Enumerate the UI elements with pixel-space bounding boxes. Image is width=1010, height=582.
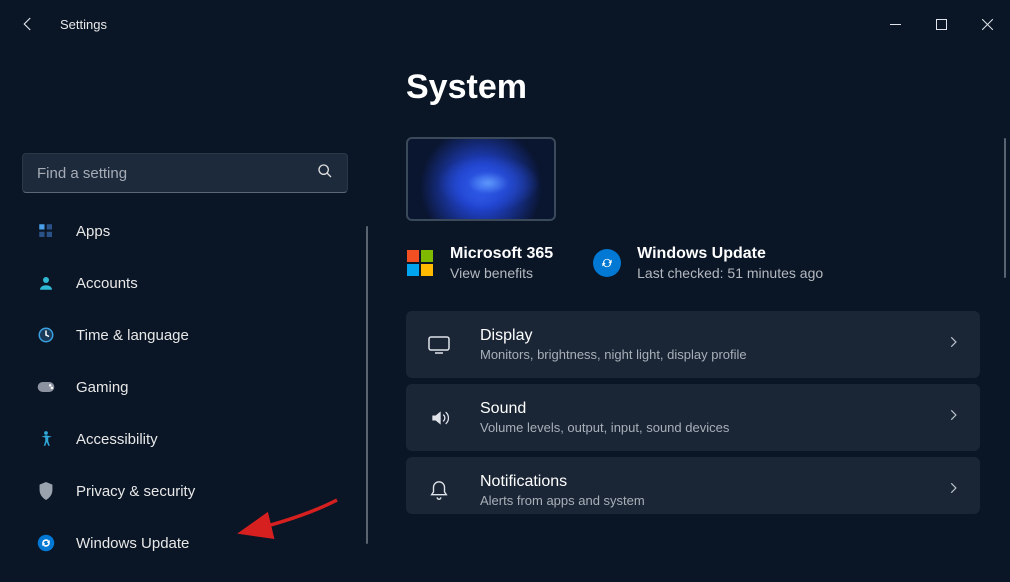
settings-cards: Display Monitors, brightness, night ligh…: [406, 311, 980, 514]
info-row: Microsoft 365 View benefits Windows Upda…: [406, 245, 980, 281]
bell-icon: [426, 478, 452, 504]
chevron-right-icon: [946, 335, 960, 354]
card-notifications[interactable]: Notifications Alerts from apps and syste…: [406, 457, 980, 514]
user-block: [22, 48, 348, 153]
update-icon: [36, 533, 56, 553]
microsoft-logo-icon: [406, 249, 434, 277]
card-display[interactable]: Display Monitors, brightness, night ligh…: [406, 311, 980, 378]
app-title: Settings: [60, 17, 107, 32]
windows-update-subtitle: Last checked: 51 minutes ago: [637, 265, 823, 281]
sidebar-item-label: Gaming: [76, 379, 129, 396]
sidebar-item-apps[interactable]: Apps: [22, 211, 348, 251]
apps-icon: [36, 221, 56, 241]
sidebar-item-label: Time & language: [76, 327, 189, 344]
card-subtitle: Alerts from apps and system: [480, 493, 918, 508]
sidebar-scrollbar[interactable]: [366, 226, 368, 544]
microsoft365-title: Microsoft 365: [450, 245, 553, 263]
display-icon: [426, 332, 452, 358]
microsoft365-block[interactable]: Microsoft 365 View benefits: [406, 245, 553, 281]
sidebar-item-label: Accessibility: [76, 431, 158, 448]
card-subtitle: Monitors, brightness, night light, displ…: [480, 347, 918, 362]
sidebar-item-privacy-security[interactable]: Privacy & security: [22, 471, 348, 511]
gaming-icon: [36, 377, 56, 397]
sidebar-item-label: Accounts: [76, 275, 138, 292]
window-controls: [872, 8, 1010, 40]
sidebar-item-label: Windows Update: [76, 535, 189, 552]
minimize-button[interactable]: [872, 8, 918, 40]
accessibility-icon: [36, 429, 56, 449]
windows-update-block[interactable]: Windows Update Last checked: 51 minutes …: [593, 245, 823, 281]
card-subtitle: Volume levels, output, input, sound devi…: [480, 420, 918, 435]
titlebar-left: Settings: [12, 8, 107, 40]
card-title: Notifications: [480, 473, 918, 491]
windows-update-icon: [593, 249, 621, 277]
card-title: Display: [480, 327, 918, 345]
wallpaper-preview[interactable]: [406, 137, 556, 221]
back-arrow-icon: [19, 15, 37, 33]
card-sound[interactable]: Sound Volume levels, output, input, soun…: [406, 384, 980, 451]
search-icon: [317, 163, 333, 184]
sidebar-item-label: Apps: [76, 223, 110, 240]
sidebar: Apps Accounts Time & language Gaming Acc…: [0, 48, 370, 582]
titlebar: Settings: [0, 0, 1010, 48]
card-title: Sound: [480, 400, 918, 418]
sidebar-item-windows-update[interactable]: Windows Update: [22, 523, 348, 563]
sidebar-item-time-language[interactable]: Time & language: [22, 315, 348, 355]
minimize-icon: [890, 19, 901, 30]
windows-update-title: Windows Update: [637, 245, 823, 263]
close-icon: [982, 19, 993, 30]
chevron-right-icon: [946, 408, 960, 427]
main-content: System Microsoft 365 View benefits Windo…: [370, 48, 1010, 582]
microsoft365-subtitle: View benefits: [450, 265, 553, 281]
search-input[interactable]: [37, 165, 317, 182]
accounts-icon: [36, 273, 56, 293]
chevron-right-icon: [946, 481, 960, 500]
clock-globe-icon: [36, 325, 56, 345]
nav-list: Apps Accounts Time & language Gaming Acc…: [22, 211, 348, 573]
page-title: System: [406, 68, 980, 107]
back-button[interactable]: [12, 8, 44, 40]
sidebar-item-accounts[interactable]: Accounts: [22, 263, 348, 303]
sidebar-item-accessibility[interactable]: Accessibility: [22, 419, 348, 459]
close-button[interactable]: [964, 8, 1010, 40]
maximize-button[interactable]: [918, 8, 964, 40]
sound-icon: [426, 405, 452, 431]
wallpaper-preview-row: [406, 137, 980, 221]
sidebar-item-gaming[interactable]: Gaming: [22, 367, 348, 407]
search-box[interactable]: [22, 153, 348, 193]
shield-icon: [36, 481, 56, 501]
sidebar-item-label: Privacy & security: [76, 483, 195, 500]
main-scrollbar[interactable]: [1004, 138, 1006, 278]
maximize-icon: [936, 19, 947, 30]
